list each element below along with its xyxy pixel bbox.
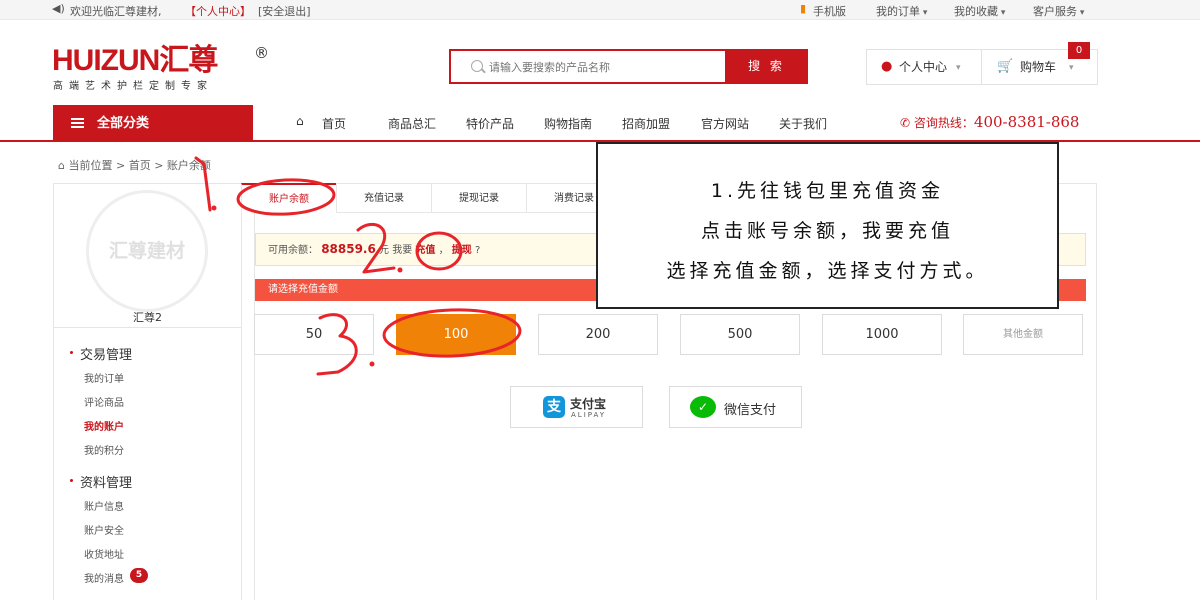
top-bar: ◀) 欢迎光临汇尊建材, 【个人中心】 [安全退出] ▮ 手机版 我的订单 我的… [0,0,1200,20]
favorites-menu[interactable]: 我的收藏 [954,3,1005,19]
logo[interactable]: HUIZUN汇尊 [52,46,218,76]
alipay-label: 支付宝 [570,397,607,411]
menu-icon [71,118,84,128]
mobile-link[interactable]: 手机版 [813,3,846,19]
sidebar-item-account-security[interactable]: 账户安全 [84,522,124,537]
home-icon: ⌂ [296,114,304,128]
instruction-line-2: 点击账号余额，我要充值 [700,220,954,242]
hotline-number: 400-8381-868 [973,113,1080,131]
search-box [449,49,726,84]
user-center-link[interactable]: 【个人中心】 [185,3,251,19]
nav-guide[interactable]: 购物指南 [544,115,592,132]
withdraw-link[interactable]: 提现 [452,245,472,256]
balance-separator: ， [438,245,449,256]
sidebar-item-my-account[interactable]: 我的账户 [84,418,124,433]
breadcrumb-home[interactable]: 首页 [129,159,151,172]
amount-option-200[interactable]: 200 [538,314,658,355]
hotline: ✆ 咨询热线：400-8381-868 [900,113,1079,131]
sidebar-item-address[interactable]: 收货地址 [84,546,124,561]
amount-option-other[interactable]: 其他金额 [963,314,1083,355]
hotline-label: 咨询热线： [913,116,974,130]
search-icon [471,60,483,72]
alipay-button[interactable]: 支 支付宝 ALIPAY [510,386,643,428]
all-categories-label: 全部分类 [97,116,150,131]
nav-products[interactable]: 商品总汇 [388,115,436,132]
cart-icon: 🛒 [997,59,1014,74]
sound-icon: ◀) [52,2,65,15]
sidebar-item-account-info[interactable]: 账户信息 [84,498,124,513]
alipay-icon: 支 [543,396,565,418]
customer-service-menu[interactable]: 客户服务 [1033,3,1084,19]
balance-amount: 88859.6 [321,242,376,256]
nav-about[interactable]: 关于我们 [779,115,827,132]
wechat-pay-label: 微信支付 [724,403,777,418]
breadcrumb-page: 账户余额 [166,159,211,172]
balance-label: 可用余额： [268,245,318,256]
welcome-text: 欢迎光临汇尊建材, [70,5,162,18]
cart-label: 购物车 [1020,60,1057,74]
question-mark: ? [474,245,481,256]
cart-count-badge: 0 [1068,42,1090,59]
amount-option-50[interactable]: 50 [254,314,374,355]
my-orders-menu[interactable]: 我的订单 [876,3,927,19]
wechat-pay-button[interactable]: ✓ 微信支付 [669,386,802,428]
section-profile-management: 资料管理 [70,472,132,491]
breadcrumb-current-label: 当前位置 [68,159,113,172]
tab-recharge-records[interactable]: 充值记录 [336,183,432,213]
instruction-line-1: 1.先往钱包里充值资金 [710,180,945,202]
nav-franchise[interactable]: 招商加盟 [622,115,670,132]
instruction-box: 1.先往钱包里充值资金 点击账号余额，我要充值 选择充值金额，选择支付方式。 [596,142,1059,309]
section-trade-management: 交易管理 [70,344,132,363]
search-input[interactable] [489,58,719,76]
instruction-line-3: 选择充值金额，选择支付方式。 [666,260,989,282]
balance-unit-text: 元 我要 [379,245,413,256]
logo-registered-mark: ® [254,44,269,62]
home-icon: ⌂ [58,159,65,172]
amount-option-500[interactable]: 500 [680,314,800,355]
nav-specials[interactable]: 特价产品 [466,115,514,132]
sidebar-divider [53,327,242,328]
avatar[interactable]: 汇尊建材 [86,190,208,312]
alipay-sub-label: ALIPAY [571,411,607,419]
wechat-icon: ✓ [690,396,716,418]
user-icon: ● [881,59,893,74]
phone-icon: ✆ [900,116,911,130]
tab-account-balance[interactable]: 账户余额 [241,183,337,213]
amount-option-1000[interactable]: 1000 [822,314,942,355]
user-center-button[interactable]: ● 个人中心 ▾ [866,49,982,85]
sidebar-item-my-points[interactable]: 我的积分 [84,442,124,457]
chevron-down-icon: ▾ [956,63,961,73]
logo-slogan: 高端艺术护栏定制专家 [53,81,213,92]
tab-withdraw-records[interactable]: 提现记录 [431,183,527,213]
nav-official-site[interactable]: 官方网站 [701,115,749,132]
username: 汇尊2 [133,311,162,324]
amount-option-100[interactable]: 100 [396,314,516,355]
sidebar-item-messages[interactable]: 我的消息 [84,570,124,585]
logout-link[interactable]: [安全退出] [258,3,311,19]
nav-home[interactable]: 首页 [322,115,346,132]
sidebar-item-my-orders[interactable]: 我的订单 [84,370,124,385]
user-center-label: 个人中心 [899,60,948,74]
message-count-badge: 5 [130,568,148,583]
breadcrumb: ⌂ 当前位置 > 首页 > 账户余额 [58,157,211,173]
breadcrumb-separator: > [115,159,129,172]
search-button[interactable]: 搜 索 [725,49,808,84]
recharge-link[interactable]: 充值 [415,245,435,256]
sidebar-item-review[interactable]: 评论商品 [84,394,124,409]
all-categories-button[interactable]: 全部分类 [53,105,253,142]
mobile-icon: ▮ [800,2,807,15]
breadcrumb-separator: > [154,159,167,172]
